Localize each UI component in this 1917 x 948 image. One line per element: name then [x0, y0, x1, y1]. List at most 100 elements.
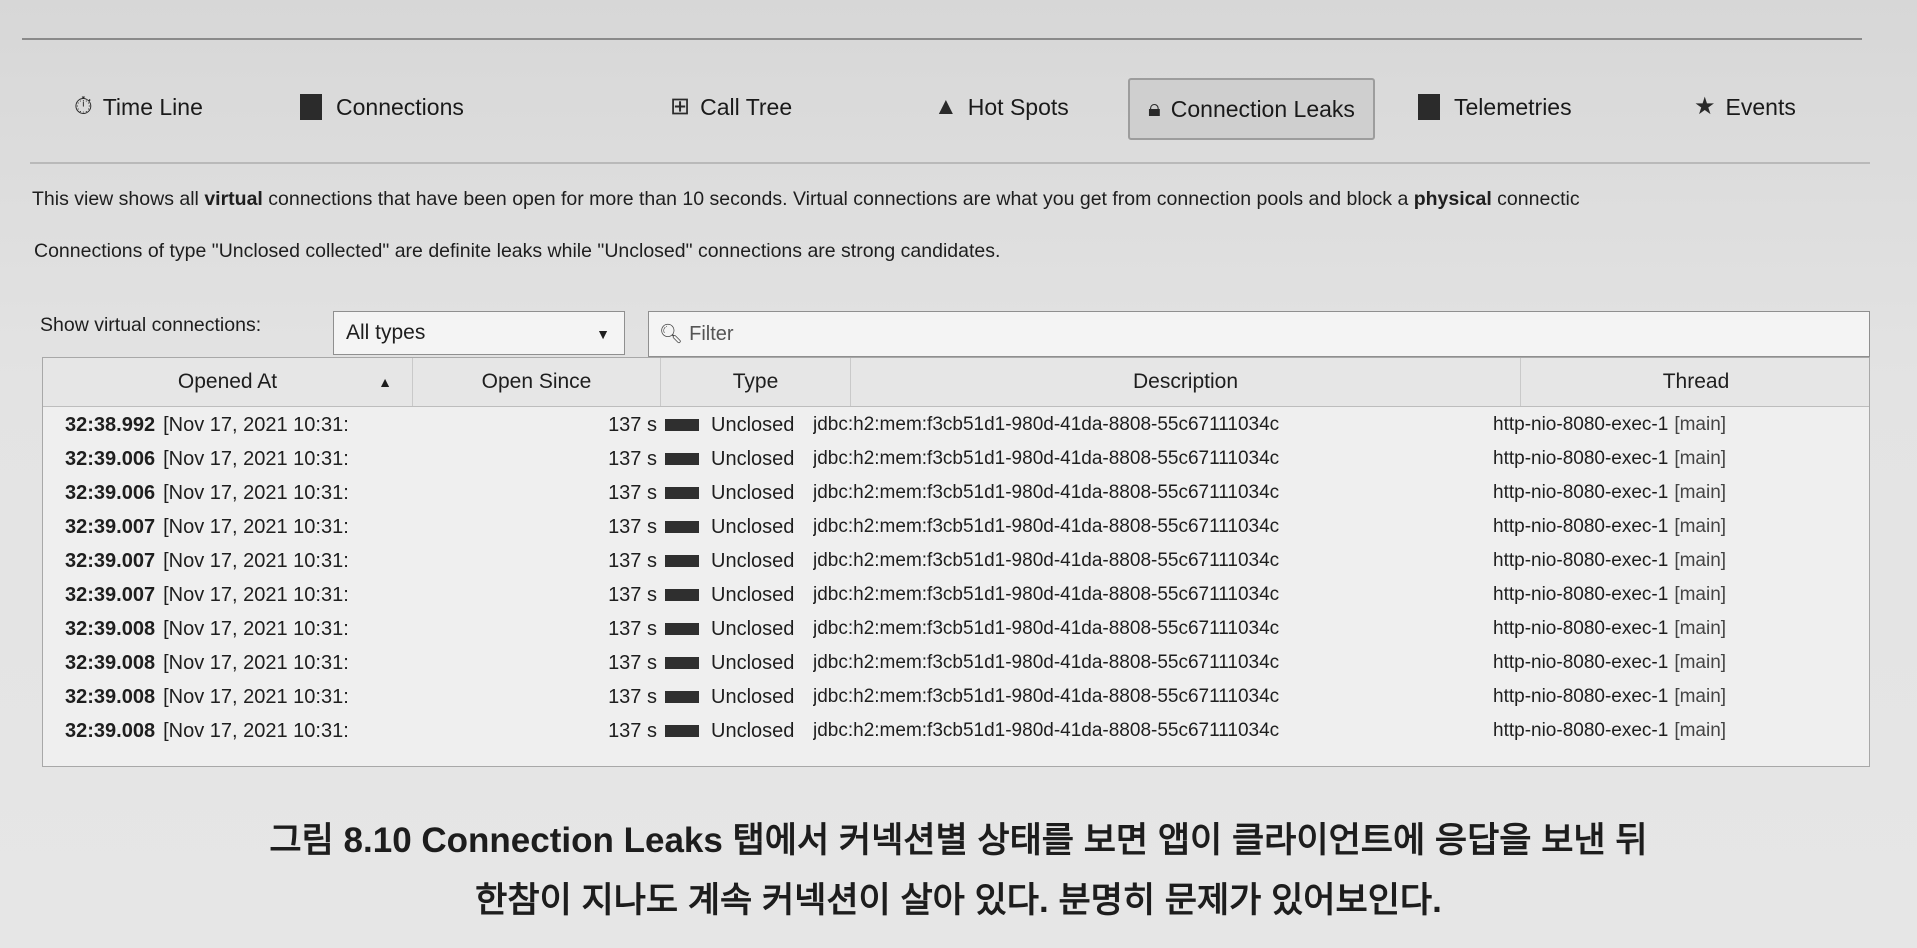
lock-icon: 🔒︎: [1148, 95, 1161, 122]
opened-date: [Nov 17, 2021 10:31:: [163, 719, 349, 742]
thread-group: [main]: [1674, 448, 1727, 469]
tab-label: Telemetries: [1454, 93, 1572, 120]
table-row[interactable]: 32:39.006 [Nov 17, 2021 10:31: 137 s Unclos…: [43, 442, 1869, 476]
opened-time: 32:39.007: [65, 583, 156, 606]
tab-label: Call Tree: [700, 93, 793, 120]
type-label: Unclosed: [711, 651, 795, 674]
thread-cell: http-nio-8080-exec-1 [main]: [1493, 714, 1863, 748]
tab-label: Hot Spots: [967, 93, 1069, 120]
opened-time: 32:39.008: [65, 617, 156, 640]
opened-at-cell: 32:39.008 [Nov 17, 2021 10:31:: [65, 612, 465, 646]
tab-label: Events: [1725, 93, 1796, 120]
description-cell: jdbc:h2:mem:f3cb51d1-980d-41da-8808-55c6…: [813, 652, 1280, 673]
opened-at-cell: 32:38.992 [Nov 17, 2021 10:31:: [65, 408, 465, 442]
type-label: Unclosed: [711, 549, 795, 572]
type-indicator-bar: [665, 521, 699, 533]
opened-at-cell: 32:39.008 [Nov 17, 2021 10:31:: [65, 646, 465, 680]
filter-input[interactable]: 🔍︎ Filter: [648, 311, 1870, 357]
tab-telemetries[interactable]: Telemetries: [1418, 78, 1572, 136]
table-row[interactable]: 32:39.007 [Nov 17, 2021 10:31: 137 s Unclos…: [43, 578, 1869, 612]
tab-hot-spots[interactable]: ▲ Hot Spots: [934, 78, 1069, 136]
thread-name: http-nio-8080-exec-1: [1493, 652, 1669, 673]
thread-cell: http-nio-8080-exec-1 [main]: [1493, 408, 1863, 442]
table-row[interactable]: 32:39.008 [Nov 17, 2021 10:31: 137 s Unclos…: [43, 714, 1869, 748]
opened-date: [Nov 17, 2021 10:31:: [163, 413, 349, 436]
thread-name: http-nio-8080-exec-1: [1493, 618, 1669, 639]
telemetries-icon: [1418, 94, 1440, 120]
table-row[interactable]: 32:39.006 [Nov 17, 2021 10:31: 137 s Unclos…: [43, 476, 1869, 510]
timeline-icon: ⏱: [74, 93, 93, 120]
thread-name: http-nio-8080-exec-1: [1493, 720, 1669, 741]
connections-icon: [300, 94, 322, 120]
description-cell: jdbc:h2:mem:f3cb51d1-980d-41da-8808-55c6…: [813, 550, 1280, 571]
table-row[interactable]: 32:38.992 [Nov 17, 2021 10:31: 137 s Unclos…: [43, 408, 1869, 442]
type-label: Unclosed: [711, 515, 795, 538]
type-indicator-bar: [665, 623, 699, 635]
column-header-type[interactable]: Type: [661, 358, 851, 406]
opened-time: 32:39.008: [65, 685, 156, 708]
opened-date: [Nov 17, 2021 10:31:: [163, 617, 349, 640]
column-header-open-since[interactable]: Open Since: [413, 358, 661, 406]
type-indicator-bar: [665, 453, 699, 465]
opened-at-cell: 32:39.008 [Nov 17, 2021 10:31:: [65, 714, 465, 748]
tab-call-tree[interactable]: ⊞ Call Tree: [670, 78, 792, 136]
tab-time-line[interactable]: ⏱ Time Line: [74, 78, 203, 136]
thread-group: [main]: [1674, 516, 1727, 537]
figure-caption-line-2: 한참이 지나도 계속 커넥션이 살아 있다. 분명히 문제가 있어보인다.: [475, 881, 1442, 920]
thread-name: http-nio-8080-exec-1: [1493, 482, 1669, 503]
thread-group: [main]: [1674, 652, 1727, 673]
sort-ascending-icon: ▲: [378, 374, 392, 390]
table-row[interactable]: 32:39.007 [Nov 17, 2021 10:31: 137 s Unclos…: [43, 544, 1869, 578]
open-since-cell: 137 s: [608, 617, 657, 640]
figure-caption-line-1: 그림 8.10 Connection Leaks 탭에서 커넥션별 상태를 보면…: [269, 821, 1648, 860]
opened-time: 32:39.007: [65, 549, 156, 572]
table-row[interactable]: 32:39.007 [Nov 17, 2021 10:31: 137 s Unclos…: [43, 510, 1869, 544]
star-icon: ★: [1694, 93, 1716, 120]
thread-cell: http-nio-8080-exec-1 [main]: [1493, 578, 1863, 612]
tab-events[interactable]: ★ Events: [1694, 78, 1796, 136]
connections-table: Opened At ▲ Open Since Type Description …: [42, 357, 1870, 767]
table-row[interactable]: 32:39.008 [Nov 17, 2021 10:31: 137 s Unclos…: [43, 680, 1869, 714]
column-header-opened-at[interactable]: Opened At ▲: [43, 358, 413, 406]
type-indicator-bar: [665, 555, 699, 567]
open-since-cell: 137 s: [608, 719, 657, 742]
open-since-cell: 137 s: [608, 481, 657, 504]
opened-date: [Nov 17, 2021 10:31:: [163, 685, 349, 708]
table-row[interactable]: 32:39.008 [Nov 17, 2021 10:31: 137 s Unclos…: [43, 612, 1869, 646]
tab-connection-leaks[interactable]: 🔒︎ Connection Leaks: [1128, 78, 1375, 140]
type-label: Unclosed: [711, 447, 795, 470]
description-cell: jdbc:h2:mem:f3cb51d1-980d-41da-8808-55c6…: [813, 516, 1280, 537]
show-connections-label: Show virtual connections:: [40, 314, 262, 336]
thread-group: [main]: [1674, 720, 1727, 741]
opened-time: 32:39.006: [65, 447, 156, 470]
opened-date: [Nov 17, 2021 10:31:: [163, 481, 349, 504]
open-since-cell: 137 s: [608, 685, 657, 708]
thread-cell: http-nio-8080-exec-1 [main]: [1493, 476, 1863, 510]
description-cell: jdbc:h2:mem:f3cb51d1-980d-41da-8808-55c6…: [813, 448, 1280, 469]
thread-group: [main]: [1674, 550, 1727, 571]
table-row[interactable]: 32:39.008 [Nov 17, 2021 10:31: 137 s Unclos…: [43, 646, 1869, 680]
type-label: Unclosed: [711, 583, 795, 606]
column-header-description[interactable]: Description: [851, 358, 1521, 406]
thread-cell: http-nio-8080-exec-1 [main]: [1493, 442, 1863, 476]
type-label: Unclosed: [711, 617, 795, 640]
description-cell: jdbc:h2:mem:f3cb51d1-980d-41da-8808-55c6…: [813, 482, 1280, 503]
connection-type-select[interactable]: All types ▼: [333, 311, 625, 355]
type-label: Unclosed: [711, 481, 795, 504]
opened-time: 32:39.008: [65, 719, 156, 742]
opened-time: 32:39.006: [65, 481, 156, 504]
opened-time: 32:38.992: [65, 413, 156, 436]
description-cell: jdbc:h2:mem:f3cb51d1-980d-41da-8808-55c6…: [813, 720, 1280, 741]
thread-cell: http-nio-8080-exec-1 [main]: [1493, 646, 1863, 680]
type-label: Unclosed: [711, 685, 795, 708]
open-since-cell: 137 s: [608, 413, 657, 436]
description-cell: jdbc:h2:mem:f3cb51d1-980d-41da-8808-55c6…: [813, 414, 1280, 435]
type-indicator-bar: [665, 725, 699, 737]
info-line-1: This view shows all virtual connections …: [32, 188, 1580, 210]
tab-connections[interactable]: Connections: [300, 78, 464, 136]
type-indicator-bar: [665, 691, 699, 703]
thread-cell: http-nio-8080-exec-1 [main]: [1493, 680, 1863, 714]
select-value: All types: [346, 321, 426, 344]
column-header-thread[interactable]: Thread: [1521, 358, 1871, 406]
opened-date: [Nov 17, 2021 10:31:: [163, 549, 349, 572]
